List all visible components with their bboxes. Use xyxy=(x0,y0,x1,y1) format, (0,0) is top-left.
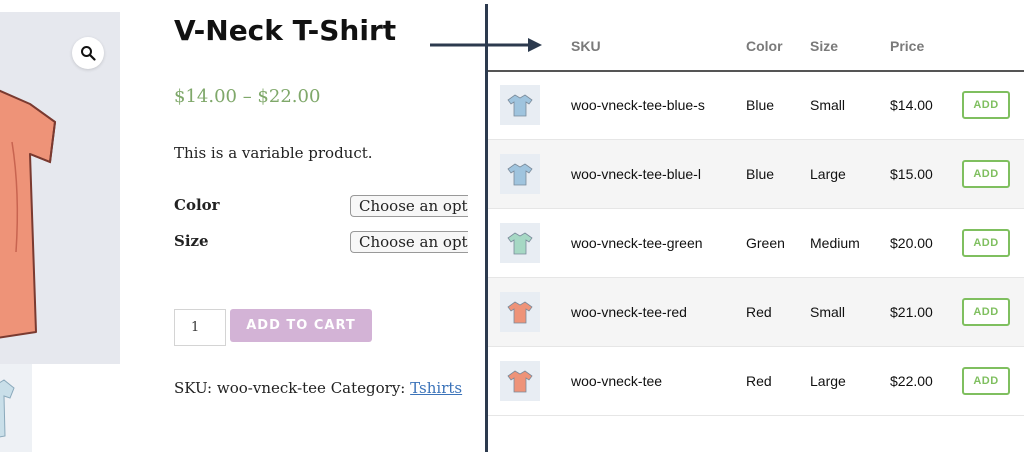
size-column-header[interactable]: Size xyxy=(810,38,838,54)
color-cell: Green xyxy=(746,235,785,251)
price-cell: $14.00 xyxy=(890,97,933,113)
size-cell: Small xyxy=(810,304,846,320)
table-row: woo-vneck-tee-red Red Small $21.00 ADD xyxy=(488,278,1024,347)
tshirt-icon xyxy=(507,163,533,186)
product-description: This is a variable product. xyxy=(174,144,373,162)
product-main-image[interactable] xyxy=(0,12,120,364)
color-cell: Red xyxy=(746,373,772,389)
tshirt-thumbnail-icon xyxy=(0,379,15,438)
size-label: Size xyxy=(174,232,209,250)
table-row: woo-vneck-tee Red Large $22.00 ADD xyxy=(488,347,1024,416)
add-button[interactable]: ADD xyxy=(962,229,1010,257)
sku-cell: woo-vneck-tee xyxy=(571,373,663,389)
size-cell: Small xyxy=(810,97,846,113)
size-select[interactable]: Choose an option xyxy=(350,231,468,253)
sku-cell: woo-vneck-tee-red xyxy=(571,304,687,320)
zoom-button[interactable] xyxy=(72,37,104,69)
add-button[interactable]: ADD xyxy=(962,298,1010,326)
price-cell: $22.00 xyxy=(890,373,933,389)
color-column-header[interactable]: Color xyxy=(746,38,783,54)
variation-thumbnail xyxy=(500,154,540,194)
magnifier-icon xyxy=(81,46,96,61)
price-cell: $21.00 xyxy=(890,304,933,320)
color-cell: Blue xyxy=(746,97,775,113)
sku-column-header[interactable]: SKU xyxy=(571,38,601,54)
variations-table-header: SKU Color Size Price xyxy=(488,24,1024,72)
category-link[interactable]: Tshirts xyxy=(410,379,462,397)
sku-category-text: SKU: woo-vneck-tee Category: xyxy=(174,379,411,397)
tshirt-icon xyxy=(507,232,533,255)
variation-thumbnail xyxy=(500,361,540,401)
product-title: V-Neck T-Shirt xyxy=(174,14,397,47)
color-label: Color xyxy=(174,196,220,214)
add-button[interactable]: ADD xyxy=(962,91,1010,119)
add-button[interactable]: ADD xyxy=(962,160,1010,188)
price-column-header[interactable]: Price xyxy=(890,38,924,54)
variation-thumbnail xyxy=(500,85,540,125)
size-cell: Medium xyxy=(810,235,860,251)
table-row: woo-vneck-tee-blue-s Blue Small $14.00 A… xyxy=(488,71,1024,140)
size-cell: Large xyxy=(810,166,846,182)
color-select[interactable]: Choose an option xyxy=(350,195,468,217)
sku-cell: woo-vneck-tee-green xyxy=(571,235,703,251)
quantity-input[interactable]: 1 xyxy=(174,309,226,346)
table-row: woo-vneck-tee-green Green Medium $20.00 … xyxy=(488,209,1024,278)
variation-thumbnail xyxy=(500,292,540,332)
add-to-cart-button[interactable]: ADD TO CART xyxy=(230,309,372,342)
add-button[interactable]: ADD xyxy=(962,367,1010,395)
product-meta: SKU: woo-vneck-tee Category: Tshirts xyxy=(174,379,462,397)
price-cell: $20.00 xyxy=(890,235,933,251)
product-price-range: $14.00 – $22.00 xyxy=(174,86,321,107)
color-cell: Red xyxy=(746,304,772,320)
color-cell: Blue xyxy=(746,166,775,182)
sku-cell: woo-vneck-tee-blue-s xyxy=(571,97,705,113)
tshirt-icon xyxy=(507,370,533,393)
tshirt-icon xyxy=(507,301,533,324)
variation-thumbnail xyxy=(500,223,540,263)
tshirt-icon xyxy=(507,94,533,117)
tshirt-image-icon xyxy=(0,89,57,339)
size-cell: Large xyxy=(810,373,846,389)
table-row: woo-vneck-tee-blue-l Blue Large $15.00 A… xyxy=(488,140,1024,209)
sku-cell: woo-vneck-tee-blue-l xyxy=(571,166,701,182)
gallery-thumbnail[interactable] xyxy=(0,364,32,452)
price-cell: $15.00 xyxy=(890,166,933,182)
